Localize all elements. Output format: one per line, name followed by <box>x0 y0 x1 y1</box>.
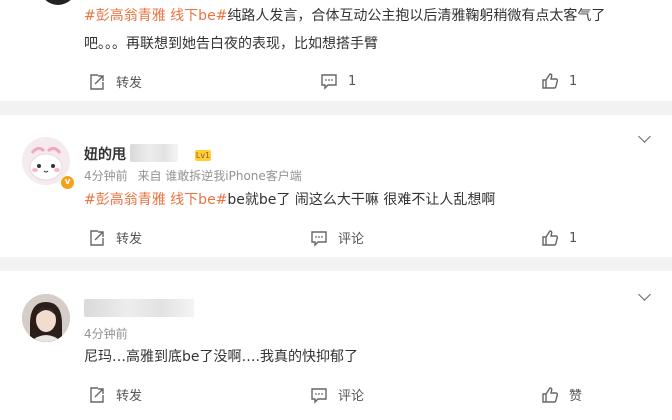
comment-icon <box>311 387 327 404</box>
comment-time: 4分钟前 <box>84 327 128 341</box>
comment-body: 尼玛…高雅到底be了没啊….我真的快抑郁了 <box>84 349 358 365</box>
username-blur[interactable] <box>84 299 194 317</box>
hashtag-link[interactable]: #彭高翁青雅 线下be# <box>84 8 227 24</box>
like-icon <box>542 73 559 89</box>
avatar[interactable] <box>22 294 70 342</box>
comment-meta: 4分钟前 来自 谁敢拆逆我iPhone客户端 <box>84 167 302 184</box>
repost-button[interactable]: 转发 <box>88 72 142 91</box>
like-icon <box>542 386 559 403</box>
comment-count: 1 <box>348 73 357 89</box>
like-count: 1 <box>569 230 578 246</box>
like-label: 赞 <box>569 389 583 404</box>
like-count: 1 <box>569 73 578 89</box>
comment-icon <box>321 74 337 90</box>
verified-badge-icon: v <box>60 175 75 190</box>
like-button[interactable]: 1 <box>541 72 577 90</box>
comment-label: 评论 <box>338 389 365 404</box>
comment-source: 来自 谁敢拆逆我iPhone客户端 <box>137 169 302 183</box>
repost-button[interactable]: 转发 <box>88 228 142 247</box>
like-button[interactable]: 赞 <box>541 385 582 404</box>
repost-label: 转发 <box>116 76 143 91</box>
comment-time: 4分钟前 <box>84 169 128 183</box>
repost-icon <box>90 229 104 246</box>
like-button[interactable]: 1 <box>541 229 577 247</box>
comment-button[interactable]: 评论 <box>310 228 364 247</box>
comment-card-1: #彭高翁青雅 线下be#纯路人发言，合体互动公主抱以后清雅鞠躬稍微有点太客气了 … <box>0 0 672 101</box>
comment-body-line-1: #彭高翁青雅 线下be#纯路人发言，合体互动公主抱以后清雅鞠躬稍微有点太客气了 <box>84 8 606 24</box>
repost-label: 转发 <box>116 232 143 247</box>
avatar[interactable] <box>38 0 78 5</box>
repost-icon <box>90 386 104 403</box>
repost-label: 转发 <box>116 389 143 404</box>
username-blur <box>130 144 178 162</box>
level-badge: Lv1 <box>195 150 211 161</box>
comment-label: 评论 <box>338 232 365 247</box>
comment-button[interactable]: 评论 <box>310 385 364 404</box>
avatar-image <box>22 294 70 342</box>
repost-icon <box>90 73 104 90</box>
hashtag-link[interactable]: #彭高翁青雅 线下be# <box>84 192 227 208</box>
like-icon <box>542 230 559 246</box>
username[interactable]: 妞的甩 <box>84 144 126 164</box>
comment-body-line-2: 吧。。。再联想到她告白夜的表现，比如想搭手臂 <box>84 36 378 52</box>
comment-button[interactable]: 1 <box>320 72 356 90</box>
comment-icon <box>311 230 327 247</box>
repost-button[interactable]: 转发 <box>88 385 142 404</box>
comment-body: #彭高翁青雅 线下be#be就be了 闹这么大干嘛 很难不让人乱想啊 <box>84 192 496 208</box>
